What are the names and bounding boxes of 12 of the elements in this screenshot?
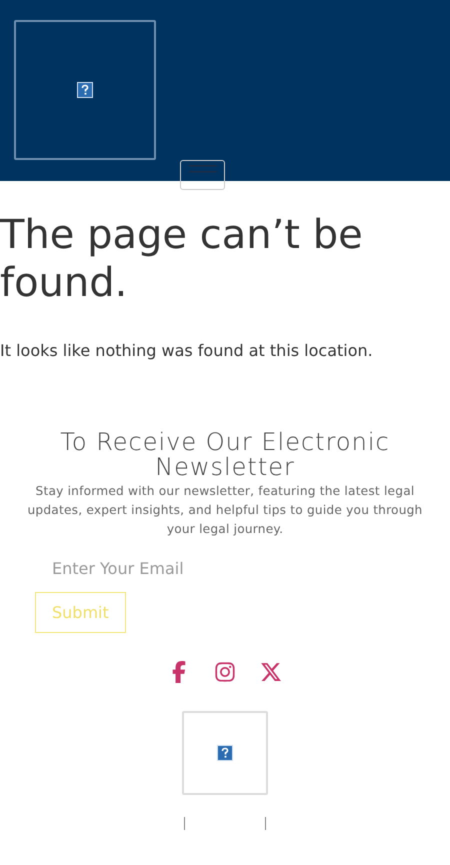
error-message: It looks like nothing was found at this location. [0, 341, 374, 360]
broken-image-icon [77, 82, 93, 98]
newsletter-title: To Receive Our Electronic Newsletter [59, 430, 391, 480]
logo-frame[interactable] [14, 20, 156, 160]
footer-logo-frame[interactable] [182, 711, 268, 795]
broken-image-icon [217, 745, 233, 761]
instagram-icon[interactable] [214, 661, 236, 683]
newsletter-description: Stay informed with our newsletter, featuring the latest legal updates, expert insights, and helpful tips to guide you through your legal journey. [26, 483, 424, 538]
menu-button[interactable] [180, 160, 225, 190]
x-icon[interactable] [260, 661, 282, 683]
email-field[interactable]: Enter Your Email [35, 551, 369, 586]
submit-button[interactable]: Submit [35, 592, 126, 633]
